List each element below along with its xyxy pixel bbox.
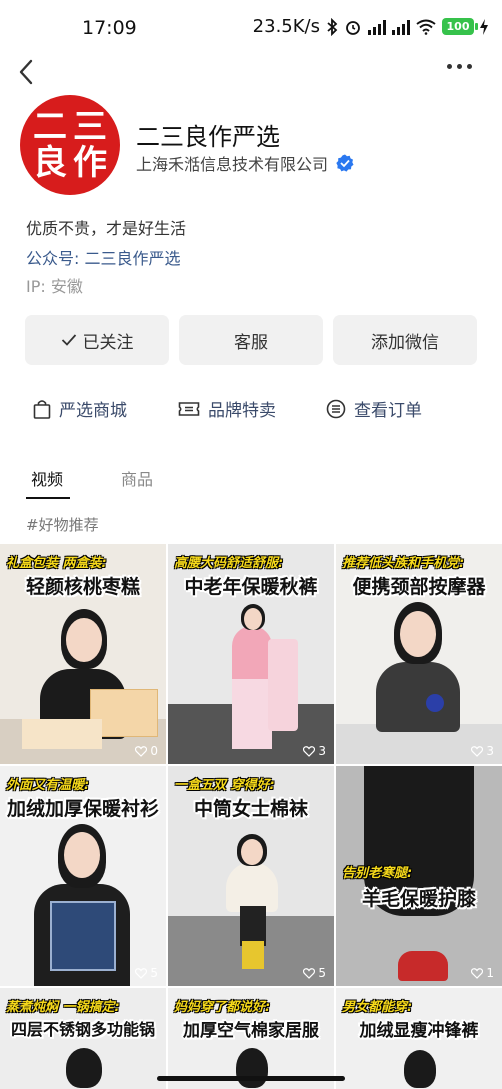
shop-label: 严选商城	[59, 401, 127, 421]
like-count: 3	[303, 744, 326, 758]
alarm-icon	[346, 20, 360, 35]
bio: 优质不贵，才是好生活	[26, 219, 187, 238]
video-caption-top: 推荐低头族和手机党:	[342, 556, 465, 571]
video-caption-top: 高腰大码舒适舒服:	[174, 556, 284, 571]
heart-icon	[303, 967, 316, 979]
wifi-icon	[416, 19, 436, 35]
like-count: 3	[471, 744, 494, 758]
video-card[interactable]: 蒸煮炖焖 一锅搞定: 四层不锈钢多功能锅	[0, 988, 166, 1089]
video-caption-main: 加厚空气棉家居服	[183, 1021, 319, 1041]
video-caption-main: 中筒女士棉袜	[193, 798, 308, 820]
official-account-link[interactable]: 公众号: 二三良作严选	[26, 245, 180, 269]
quick-links: 严选商城 品牌特卖 查看订单	[0, 396, 502, 422]
avatar-char: 作	[73, 143, 107, 183]
check-icon	[61, 334, 76, 346]
like-count-value: 3	[318, 744, 326, 758]
ip-location: IP: 安徽	[26, 277, 83, 296]
brand-label: 品牌特卖	[208, 401, 276, 421]
video-card[interactable]: 一盒五双 穿得好: 中筒女士棉袜 5	[168, 766, 334, 986]
avatar-char: 三	[73, 107, 107, 147]
company-row[interactable]: 上海禾湉信息技术有限公司	[136, 151, 354, 175]
signal-icon	[368, 19, 386, 35]
heart-icon	[135, 745, 148, 757]
like-count: 0	[135, 744, 158, 758]
company-name: 上海禾湉信息技术有限公司	[136, 155, 329, 174]
video-grid: 礼盒包装 两盒装: 轻颜核桃枣糕 0 高腰大码舒适舒服: 中老年保暖秋裤 3 推…	[0, 544, 502, 1089]
brand-sale-link[interactable]: 品牌特卖	[178, 396, 276, 421]
list-icon	[326, 399, 346, 418]
bluetooth-icon	[327, 17, 338, 36]
video-caption-main: 羊毛保暖护膝	[361, 888, 476, 910]
heart-icon	[135, 967, 148, 979]
video-caption-top: 告别老寒腿:	[342, 866, 413, 881]
video-card[interactable]: 高腰大码舒适舒服: 中老年保暖秋裤 3	[168, 544, 334, 764]
home-indicator[interactable]	[157, 1076, 345, 1081]
bag-icon	[33, 399, 51, 419]
video-card[interactable]: 推荐低头族和手机党: 便携颈部按摩器 3	[336, 544, 502, 764]
tab-video[interactable]: 视频	[31, 466, 63, 490]
video-caption-main: 便携颈部按摩器	[352, 576, 486, 598]
service-label: 客服	[234, 332, 268, 353]
follow-button[interactable]: 已关注	[25, 315, 169, 365]
video-card[interactable]: 妈妈穿了都说好: 加厚空气棉家居服	[168, 988, 334, 1089]
shop-link[interactable]: 严选商城	[33, 396, 127, 421]
top-bar	[0, 58, 502, 88]
network-speed: 23.5K/s	[252, 16, 320, 37]
account-name: 二三良作严选	[136, 123, 280, 151]
battery-icon: 100	[442, 18, 478, 35]
avatar-char: 二	[33, 107, 67, 147]
service-button[interactable]: 客服	[179, 315, 323, 365]
heart-icon	[471, 967, 484, 979]
tab-goods[interactable]: 商品	[121, 466, 153, 490]
follow-label: 已关注	[82, 332, 134, 353]
like-count-value: 5	[150, 966, 158, 980]
video-caption-main: 四层不锈钢多功能锅	[10, 1020, 155, 1039]
orders-label: 查看订单	[354, 401, 422, 421]
add-wechat-button[interactable]: 添加微信	[333, 315, 477, 365]
video-caption-top: 一盒五双 穿得好:	[174, 778, 275, 793]
signal-icon-2	[392, 19, 410, 35]
avatar-char: 良	[33, 143, 67, 183]
video-caption-main: 中老年保暖秋裤	[184, 576, 318, 598]
video-card[interactable]: 礼盒包装 两盒装: 轻颜核桃枣糕 0	[0, 544, 166, 764]
heart-icon	[471, 745, 484, 757]
wechat-label: 添加微信	[371, 332, 439, 353]
verified-icon	[336, 154, 354, 172]
video-card[interactable]: 男女都能穿: 加绒显瘦冲锋裤	[336, 988, 502, 1089]
avatar[interactable]: 二 三 良 作	[20, 95, 120, 195]
video-caption-top: 妈妈穿了都说好:	[174, 1000, 271, 1015]
more-icon[interactable]	[447, 64, 472, 69]
status-time: 17:09	[82, 17, 137, 39]
orders-link[interactable]: 查看订单	[326, 396, 422, 421]
video-caption-main: 加绒加厚保暖衬衫	[6, 798, 159, 820]
like-count-value: 3	[486, 744, 494, 758]
status-right: 23.5K/s 100	[253, 16, 488, 37]
video-caption-top: 礼盒包装 两盒装:	[6, 556, 107, 571]
back-icon[interactable]	[16, 58, 38, 86]
hashtag[interactable]: #好物推荐	[26, 514, 99, 535]
video-caption-main: 加绒显瘦冲锋裤	[359, 1021, 479, 1041]
video-card[interactable]: 外面又有温暖: 加绒加厚保暖衬衫 5	[0, 766, 166, 986]
video-card[interactable]: 告别老寒腿: 羊毛保暖护膝 1	[336, 766, 502, 986]
charging-icon	[480, 18, 488, 35]
video-caption-top: 外面又有温暖:	[6, 778, 90, 793]
heart-icon	[303, 745, 316, 757]
active-tab-indicator	[26, 497, 70, 499]
like-count: 5	[135, 966, 158, 980]
video-caption-top: 蒸煮炖焖 一锅搞定:	[6, 1000, 120, 1015]
like-count-value: 5	[318, 966, 326, 980]
content-tabs: 视频 商品	[0, 466, 502, 502]
video-caption-main: 轻颜核桃枣糕	[25, 576, 140, 598]
like-count: 5	[303, 966, 326, 980]
like-count: 1	[471, 966, 494, 980]
video-caption-top: 男女都能穿:	[342, 1000, 413, 1015]
ticket-icon	[178, 401, 200, 416]
like-count-value: 0	[150, 744, 158, 758]
status-bar: 17:09 23.5K/s 100	[0, 0, 502, 58]
like-count-value: 1	[486, 966, 494, 980]
